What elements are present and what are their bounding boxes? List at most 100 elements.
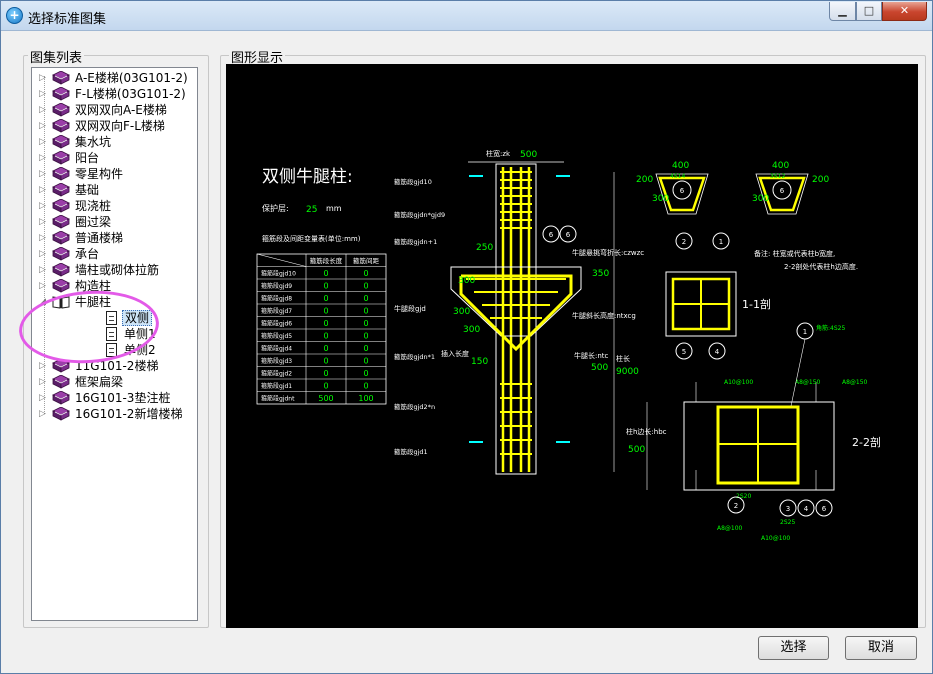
expand-arrow-icon[interactable]: ▷ bbox=[39, 278, 49, 294]
expand-arrow-icon[interactable]: ▷ bbox=[39, 230, 49, 246]
book-icon bbox=[52, 278, 70, 293]
callout-number: 4 bbox=[715, 348, 720, 356]
tree-item[interactable]: ▷ 零星构件 bbox=[32, 166, 197, 182]
expand-arrow-icon[interactable]: ▷ bbox=[39, 70, 49, 86]
bracket-len-value: 500 bbox=[591, 363, 608, 373]
book-icon bbox=[52, 150, 70, 165]
tree-item[interactable]: ▷ 阳台 bbox=[32, 150, 197, 166]
bracket-section-dim: 200 bbox=[636, 175, 653, 185]
tree-item[interactable]: ▷ 现浇桩 bbox=[32, 198, 197, 214]
tree-item[interactable]: ▷ 框架扁梁 bbox=[32, 374, 197, 390]
rebar-label: A10@100 bbox=[724, 379, 753, 386]
expand-arrow-icon[interactable]: ▷ bbox=[39, 358, 49, 374]
tree-item[interactable]: ▷ 承台 bbox=[32, 246, 197, 262]
drawing-preview: 双侧牛腿柱: 保护层: 25 mm 箍筋段及间距变量表(单位:mm) 箍筋段长度 箍筋间距箍… bbox=[226, 64, 918, 628]
expand-arrow-icon[interactable]: ▷ bbox=[39, 374, 49, 390]
segment-label: 箍筋段gjdn*gjd9 bbox=[394, 210, 445, 219]
maximize-button[interactable]: □ bbox=[856, 2, 882, 21]
dialog-window: + 选择标准图集 ▁ □ ✕ 图集列表 ▷ A-E楼梯(03G101-2) ▷ F-L… bbox=[0, 0, 933, 674]
tree-item[interactable]: ▷ 双网双向F-L楼梯 bbox=[32, 118, 197, 134]
expand-arrow-icon[interactable]: ▷ bbox=[39, 86, 49, 102]
rebar-label: A8@100 bbox=[717, 525, 743, 532]
table-cell: 0 bbox=[363, 294, 368, 303]
cancel-button[interactable]: 取消 bbox=[845, 636, 917, 660]
select-button[interactable]: 选择 bbox=[758, 636, 829, 660]
table-cell: 0 bbox=[363, 307, 368, 316]
table-cell: 0 bbox=[363, 282, 368, 291]
callout-number: 4 bbox=[804, 505, 809, 513]
slope-label: 牛腿斜长高度:ntxcg bbox=[572, 311, 636, 320]
tree-item-label: 普通楼梯 bbox=[75, 231, 124, 245]
tree-item[interactable]: ▷ 墙柱或砌体拉筋 bbox=[32, 262, 197, 278]
dim-value: 250 bbox=[476, 243, 493, 253]
table-cell: 箍筋段gjd1 bbox=[261, 382, 292, 390]
table-title: 箍筋段及间距变量表(单位:mm) bbox=[262, 234, 361, 243]
section-2-dim-value: 500 bbox=[628, 445, 645, 455]
table-cell: 箍筋段gjd9 bbox=[261, 282, 292, 290]
rebar-label: A8@150 bbox=[842, 379, 868, 386]
bracket-section-rebar-label: 4S14 bbox=[670, 173, 685, 180]
tree-item[interactable]: ▷ 普通楼梯 bbox=[32, 230, 197, 246]
drawing-title: 双侧牛腿柱: bbox=[262, 167, 353, 187]
expand-arrow-icon[interactable]: ▷ bbox=[39, 166, 49, 182]
book-icon bbox=[52, 246, 70, 261]
tree-item-label: 圈过梁 bbox=[75, 215, 112, 229]
table-cell: 0 bbox=[363, 369, 368, 378]
tree-item[interactable]: ▷ 基础 bbox=[32, 182, 197, 198]
book-icon bbox=[52, 166, 70, 181]
table-cell: 0 bbox=[323, 319, 328, 328]
table-cell: 0 bbox=[323, 382, 328, 391]
expand-arrow-icon[interactable]: ▷ bbox=[39, 150, 49, 166]
tree-item-label: 16G101-2新增楼梯 bbox=[75, 407, 183, 421]
expand-arrow-icon[interactable]: ▷ bbox=[39, 390, 49, 406]
tree-item-label: 墙柱或砌体拉筋 bbox=[75, 263, 160, 277]
callout-number: 6 bbox=[780, 187, 785, 195]
tree-item[interactable]: ▷ 圈过梁 bbox=[32, 214, 197, 230]
expand-arrow-icon[interactable]: ▷ bbox=[39, 214, 49, 230]
close-button[interactable]: ✕ bbox=[882, 2, 927, 21]
tree-item[interactable]: ▷ A-E楼梯(03G101-2) bbox=[32, 70, 197, 86]
cover-label: 保护层: bbox=[262, 203, 289, 213]
table-header: 箍筋间距 bbox=[353, 256, 380, 265]
book-icon bbox=[52, 262, 70, 277]
tree-item[interactable]: ▷ 双网双向A-E楼梯 bbox=[32, 102, 197, 118]
tree-item[interactable]: ▷ 16G101-2新增楼梯 bbox=[32, 406, 197, 422]
bracket-section-dim: 200 bbox=[812, 175, 829, 185]
col-width-label: 柱宽:zk bbox=[486, 149, 511, 158]
callout-number: 6 bbox=[680, 187, 685, 195]
rebar-label: 2S20 bbox=[736, 493, 751, 500]
cover-unit: mm bbox=[326, 204, 342, 213]
title-bar[interactable]: + 选择标准图集 ▁ □ ✕ bbox=[1, 1, 932, 31]
table-cell: 0 bbox=[363, 269, 368, 278]
expand-arrow-icon[interactable]: ▷ bbox=[39, 134, 49, 150]
bend-label: 牛腿悬挑弯折长:czwzc bbox=[572, 248, 644, 257]
expand-arrow-icon[interactable]: ▷ bbox=[39, 246, 49, 262]
expand-arrow-icon[interactable]: ▷ bbox=[39, 118, 49, 134]
table-cell: 0 bbox=[323, 357, 328, 366]
tree-item[interactable]: ▷ 集水坑 bbox=[32, 134, 197, 150]
bracket-section-dim: 300 bbox=[652, 194, 669, 204]
table-cell: 箍筋段gjd6 bbox=[261, 320, 292, 328]
expand-arrow-icon[interactable]: ▷ bbox=[39, 102, 49, 118]
book-icon bbox=[52, 198, 70, 213]
tree-item-label: 集水坑 bbox=[75, 135, 112, 149]
tree-item[interactable]: ▷ F-L楼梯(03G101-2) bbox=[32, 86, 197, 102]
book-icon bbox=[52, 214, 70, 229]
col-len-value: 9000 bbox=[616, 367, 639, 377]
table-cell: 箍筋段gjd4 bbox=[261, 345, 292, 353]
table-cell: 100 bbox=[358, 394, 373, 403]
book-icon bbox=[52, 70, 70, 85]
expand-arrow-icon[interactable]: ▷ bbox=[39, 182, 49, 198]
expand-arrow-icon[interactable]: ▷ bbox=[39, 262, 49, 278]
expand-arrow-icon[interactable]: ▷ bbox=[39, 406, 49, 422]
book-icon bbox=[52, 134, 70, 149]
segment-label: 箍筋段gjd1 bbox=[394, 447, 428, 456]
segment-label: 箍筋段gjd2*n bbox=[394, 402, 435, 411]
tree-item[interactable]: ▷ 16G101-3垫注桩 bbox=[32, 390, 197, 406]
section-2-label: 2-2剖 bbox=[852, 435, 881, 449]
minimize-button[interactable]: ▁ bbox=[829, 2, 856, 21]
table-cell: 箍筋段gjd7 bbox=[261, 307, 292, 315]
expand-arrow-icon[interactable]: ▷ bbox=[39, 198, 49, 214]
window-title: 选择标准图集 bbox=[28, 12, 107, 27]
table-cell: 0 bbox=[363, 382, 368, 391]
